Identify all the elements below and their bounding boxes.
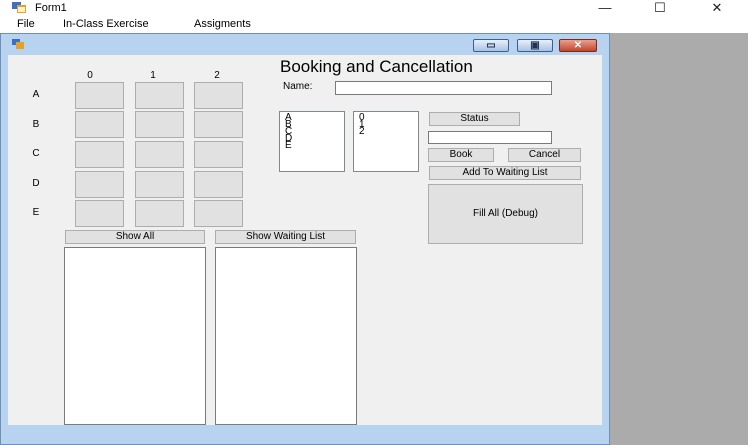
seat-button-a0[interactable] (75, 82, 124, 109)
status-button[interactable]: Status (429, 112, 520, 126)
seat-button-b0[interactable] (75, 111, 124, 138)
seat-button-b1[interactable] (135, 111, 184, 138)
seat-button-e2[interactable] (194, 200, 243, 227)
book-button[interactable]: Book (428, 148, 494, 162)
minimize-icon: ▭ (486, 40, 496, 51)
seat-button-c0[interactable] (75, 141, 124, 168)
show-all-listbox[interactable] (64, 247, 206, 425)
minimize-button[interactable]: — (585, 0, 625, 16)
column-header: 0 (87, 70, 93, 81)
list-item[interactable]: 2 (359, 127, 418, 137)
form-icon (12, 39, 24, 49)
close-icon: ✕ (573, 40, 583, 51)
seat-button-c2[interactable] (194, 141, 243, 168)
column-listbox[interactable]: 0 1 2 (353, 111, 419, 172)
seat-button-d2[interactable] (194, 171, 243, 198)
name-label: Name: (283, 81, 313, 92)
menu-assignments[interactable]: Assigments (194, 16, 251, 33)
title-bar (0, 0, 748, 16)
seat-button-e0[interactable] (75, 200, 124, 227)
list-item[interactable]: B (285, 120, 344, 130)
list-item[interactable]: C (285, 127, 344, 137)
seat-button-a1[interactable] (135, 82, 184, 109)
page-title: Booking and Cancellation (280, 57, 473, 76)
row-header: D (32, 178, 40, 189)
name-input[interactable] (335, 81, 552, 95)
row-listbox[interactable]: A B C D E (279, 111, 345, 172)
row-header: B (32, 119, 40, 130)
form-icon (12, 2, 26, 13)
seat-button-c1[interactable] (135, 141, 184, 168)
column-header: 1 (150, 70, 156, 81)
list-item[interactable]: D (285, 134, 344, 144)
seat-button-d1[interactable] (135, 171, 184, 198)
seat-button-d0[interactable] (75, 171, 124, 198)
window-title: Form1 (35, 2, 67, 14)
show-all-button[interactable]: Show All (65, 230, 205, 244)
list-item[interactable]: 0 (359, 113, 418, 123)
list-item[interactable]: 1 (359, 120, 418, 130)
row-header: E (32, 207, 40, 218)
waiting-list-listbox[interactable] (215, 247, 357, 425)
close-button[interactable]: ✕ (697, 0, 737, 16)
child-minimize-button[interactable]: ▭ (473, 39, 509, 52)
row-header: C (32, 148, 40, 159)
child-close-button[interactable]: ✕ (559, 39, 597, 52)
status-output[interactable] (428, 131, 552, 144)
list-item[interactable]: A (285, 113, 344, 123)
fill-all-debug-button[interactable]: Fill All (Debug) (428, 184, 583, 244)
maximize-icon: ▣ (530, 40, 540, 51)
column-header: 2 (214, 70, 220, 81)
child-maximize-button[interactable]: ▣ (517, 39, 553, 52)
cancel-button[interactable]: Cancel (508, 148, 581, 162)
menu-in-class-exercise[interactable]: In-Class Exercise (63, 16, 149, 33)
row-header: A (32, 89, 40, 100)
show-waiting-list-button[interactable]: Show Waiting List (215, 230, 356, 244)
list-item[interactable]: E (285, 141, 344, 151)
seat-button-e1[interactable] (135, 200, 184, 227)
maximize-button[interactable]: ☐ (640, 0, 680, 16)
seat-button-a2[interactable] (194, 82, 243, 109)
seat-button-b2[interactable] (194, 111, 243, 138)
add-to-waiting-list-button[interactable]: Add To Waiting List (429, 166, 581, 180)
menu-file[interactable]: File (17, 16, 35, 33)
